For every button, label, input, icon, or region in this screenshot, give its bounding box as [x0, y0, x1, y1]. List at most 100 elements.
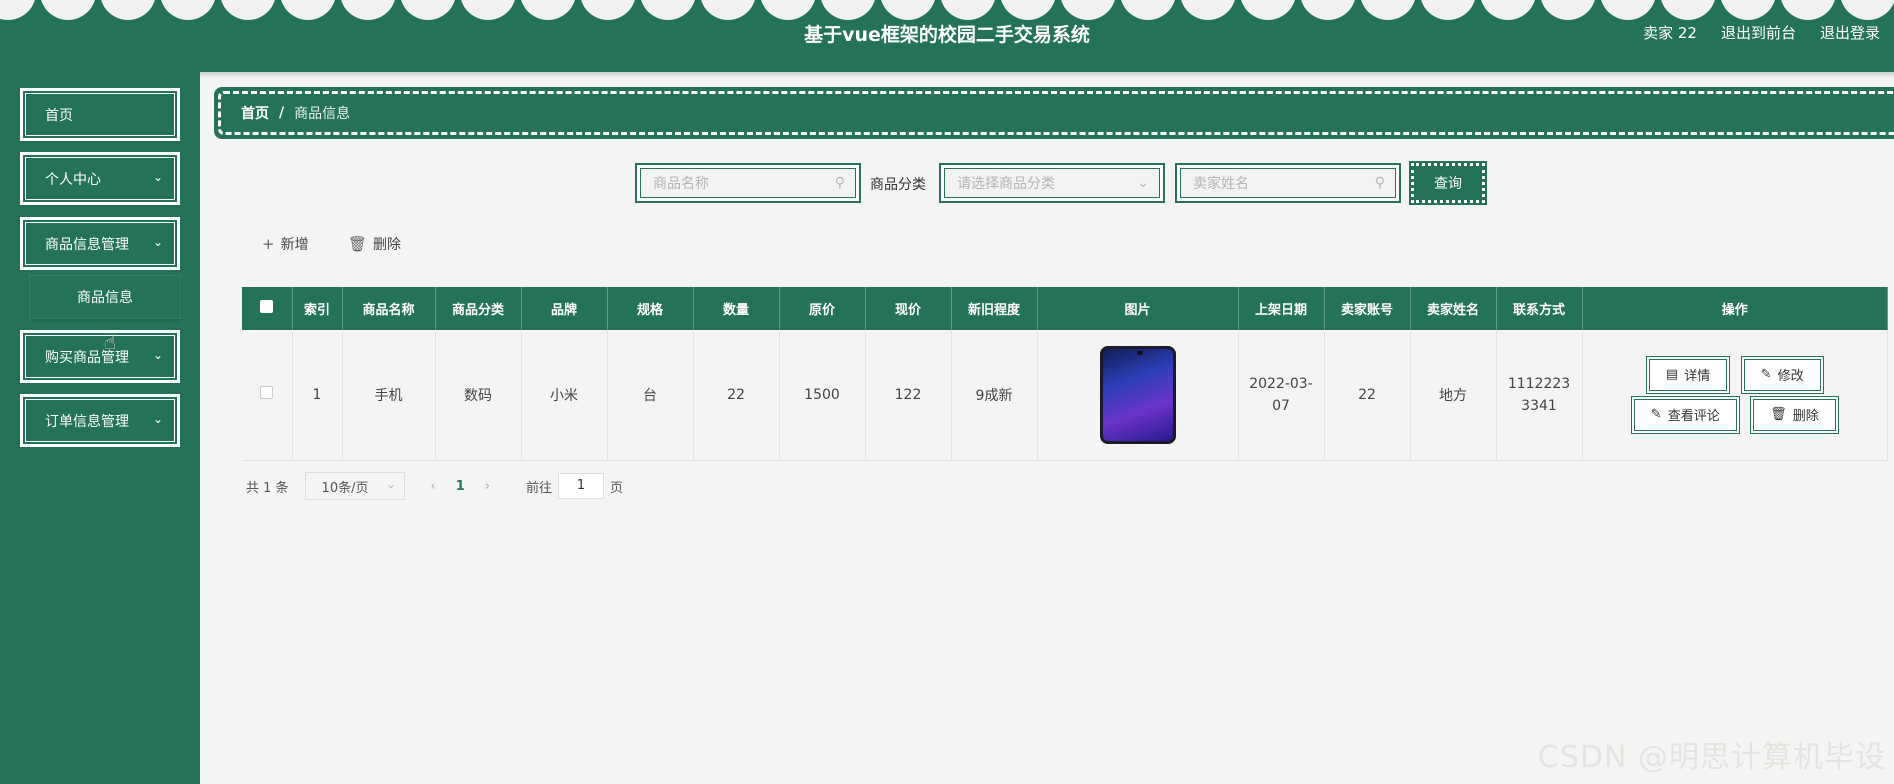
app-title: 基于vue框架的校园二手交易系统 [804, 24, 1090, 46]
table-row: 1 手机 数码 小米 台 22 1500 122 9成新 2022-03- 07… [242, 330, 1888, 461]
cell-index: 1 [292, 330, 343, 461]
total-count: 共 1 条 [246, 480, 289, 496]
breadcrumb-current: 商品信息 [294, 106, 351, 122]
sidebar-item-purchase-management[interactable]: 购买商品管理 ⌄ [20, 330, 180, 383]
seller-name-search-field[interactable]: 卖家姓名 ⚲ [1175, 163, 1401, 203]
column-header: 规格 [607, 287, 694, 330]
cell-brand: 小米 [521, 330, 608, 461]
listing-date-line2: 07 [1272, 397, 1290, 414]
seller-name-placeholder: 卖家姓名 [1193, 176, 1249, 192]
cell-product-name: 手机 [342, 330, 436, 461]
product-phone-image [1099, 345, 1176, 444]
listing-date-line1: 2022-03- [1249, 375, 1313, 392]
edit-button-label: 修改 [1777, 369, 1804, 385]
chevron-down-icon: ⌄ [152, 348, 163, 362]
next-page-icon[interactable]: › [485, 479, 490, 494]
row-delete-button-label: 删除 [1792, 409, 1819, 425]
column-header: 联系方式 [1496, 287, 1583, 330]
add-button[interactable]: + 新增 [262, 234, 309, 254]
delete-button-label: 删除 [373, 237, 402, 253]
pencil-icon: ✎ [1760, 367, 1772, 383]
cell-category: 数码 [435, 330, 522, 461]
product-name-placeholder: 商品名称 [653, 176, 709, 192]
edit-button[interactable]: ✎ 修改 [1743, 358, 1821, 391]
search-icon: ⚲ [1374, 175, 1385, 191]
plus-icon: + [262, 235, 275, 253]
chevron-down-icon: ⌄ [152, 235, 163, 249]
column-header: 商品分类 [435, 287, 522, 330]
chevron-down-icon: ⌄ [386, 478, 396, 491]
product-name-search-field[interactable]: 商品名称 ⚲ [635, 163, 861, 203]
batch-delete-button[interactable]: 🗑 删除 [348, 234, 401, 254]
add-button-label: 新增 [280, 237, 309, 253]
sidebar-item-home[interactable]: 首页 [20, 88, 180, 141]
cell-listing-date: 2022-03- 07 [1238, 330, 1325, 461]
sidebar-item-label: 购买商品管理 [45, 349, 129, 366]
sidebar-subitem-product-info[interactable]: 商品信息 [30, 276, 180, 318]
category-select[interactable]: 请选择商品分类 ⌄ [939, 163, 1165, 203]
trash-icon: 🗑 [1770, 407, 1787, 423]
breadcrumb-home[interactable]: 首页 [241, 103, 269, 123]
select-all-cell[interactable] [242, 287, 293, 330]
cell-operations: ▤ 详情 ✎ 修改 ✎ 查看评论 🗑 删除 [1582, 330, 1888, 461]
cell-seller-name: 地方 [1410, 330, 1497, 461]
contact-line2: 3341 [1521, 397, 1557, 414]
sidebar-subitem-label: 商品信息 [77, 290, 133, 306]
sidebar-item-label: 个人中心 [45, 171, 101, 188]
column-header: 图片 [1037, 287, 1239, 330]
current-user-label: 卖家 22 [1643, 24, 1697, 42]
back-to-front-link[interactable]: 退出到前台 [1721, 22, 1796, 43]
watermark-text: CSDN @明思计算机毕设 [1537, 740, 1886, 775]
document-icon: ▤ [1665, 367, 1679, 383]
column-header: 上架日期 [1238, 287, 1325, 330]
select-all-checkbox[interactable] [260, 300, 274, 313]
cell-spec: 台 [607, 330, 694, 461]
header-scallop-decoration [0, 0, 1894, 22]
chevron-down-icon: ⌄ [152, 170, 163, 184]
goto-page-input[interactable]: 1 [558, 473, 605, 499]
cell-condition: 9成新 [951, 330, 1038, 461]
sidebar-item-label: 首页 [45, 107, 73, 124]
top-header: 基于vue框架的校园二手交易系统 卖家 22 退出到前台 退出登录 [0, 0, 1894, 72]
column-header: 原价 [779, 287, 866, 330]
detail-button-label: 详情 [1684, 369, 1711, 385]
column-header: 卖家账号 [1324, 287, 1411, 330]
breadcrumb-separator: / [279, 105, 285, 121]
column-header: 商品名称 [342, 287, 436, 330]
sidebar-item-label: 商品信息管理 [45, 236, 129, 253]
column-header: 现价 [865, 287, 952, 330]
category-label: 商品分类 [870, 177, 926, 193]
view-comments-button-label: 查看评论 [1667, 409, 1720, 425]
row-checkbox[interactable] [260, 386, 274, 400]
cell-original-price: 1500 [779, 330, 866, 461]
header-shadow [0, 72, 1894, 78]
category-placeholder: 请选择商品分类 [957, 176, 1055, 192]
breadcrumb: 首页 / 商品信息 [214, 87, 1894, 139]
row-select-cell[interactable] [242, 330, 293, 461]
pencil-icon: ✎ [1650, 407, 1662, 423]
page-unit-label: 页 [610, 480, 624, 496]
trash-icon: 🗑 [348, 235, 368, 253]
detail-button[interactable]: ▤ 详情 [1648, 358, 1728, 391]
query-button[interactable]: 查询 [1411, 163, 1485, 203]
goto-label: 前往 [526, 480, 553, 496]
prev-page-icon[interactable]: ‹ [431, 479, 436, 494]
page-size-value: 10条/页 [321, 480, 369, 496]
sidebar-item-personal-center[interactable]: 个人中心 ⌄ [20, 152, 180, 205]
view-comments-button[interactable]: ✎ 查看评论 [1633, 398, 1737, 431]
cell-quantity: 22 [693, 330, 780, 461]
sidebar-item-label: 订单信息管理 [45, 413, 129, 430]
cell-image [1037, 330, 1239, 461]
sidebar-item-order-management[interactable]: 订单信息管理 ⌄ [20, 394, 180, 447]
cell-contact: 1112223 3341 [1496, 330, 1583, 461]
sidebar: 首页 个人中心 ⌄ 商品信息管理 ⌄ 商品信息 购买商品管理 ⌄ 订单信息管理 … [0, 72, 200, 784]
column-header: 新旧程度 [951, 287, 1038, 330]
sidebar-item-product-management[interactable]: 商品信息管理 ⌄ [20, 217, 180, 270]
row-delete-button[interactable]: 🗑 删除 [1753, 398, 1836, 431]
logout-link[interactable]: 退出登录 [1820, 22, 1880, 43]
cell-seller-account: 22 [1324, 330, 1411, 461]
search-icon: ⚲ [834, 175, 845, 191]
page-number[interactable]: 1 [456, 479, 465, 494]
column-header: 数量 [693, 287, 780, 330]
page-size-select[interactable]: 10条/页 ⌄ [304, 472, 405, 500]
